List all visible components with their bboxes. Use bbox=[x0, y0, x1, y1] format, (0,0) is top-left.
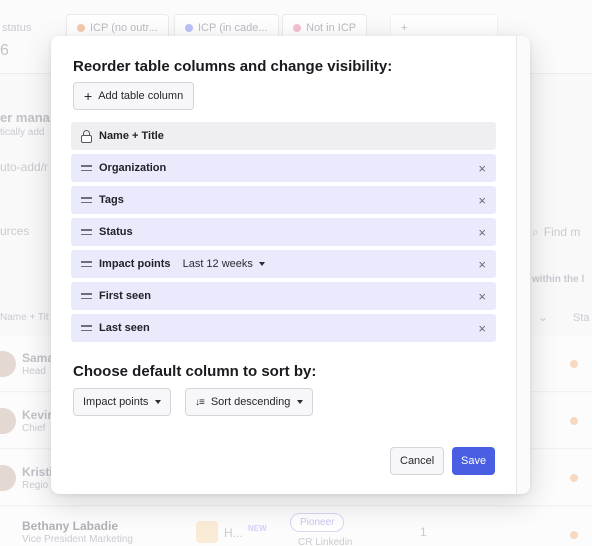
column-row-status[interactable]: Status × bbox=[71, 218, 496, 246]
plus-icon: + bbox=[84, 88, 93, 104]
column-label-wrap: Impact points Last 12 weeks bbox=[99, 258, 478, 270]
column-label: Impact points bbox=[99, 258, 171, 270]
lock-icon bbox=[81, 129, 92, 143]
drag-handle-icon[interactable] bbox=[81, 325, 92, 331]
cancel-button[interactable]: Cancel bbox=[390, 447, 445, 475]
sort-column-select[interactable]: Impact points bbox=[73, 388, 172, 416]
time-range-value: Last 12 weeks bbox=[182, 258, 253, 270]
column-label: Tags bbox=[99, 194, 124, 206]
column-row-tags[interactable]: Tags × bbox=[71, 186, 496, 214]
column-row-name-title: Name + Title bbox=[71, 122, 496, 150]
drag-handle-icon[interactable] bbox=[81, 197, 92, 203]
column-label: Name + Title bbox=[99, 130, 164, 142]
drag-handle-icon[interactable] bbox=[81, 293, 92, 299]
modal-scrollbar[interactable] bbox=[516, 36, 530, 494]
caret-down-icon bbox=[258, 262, 265, 266]
column-label: Last seen bbox=[99, 322, 150, 334]
column-label: First seen bbox=[99, 290, 151, 302]
save-button[interactable]: Save bbox=[452, 447, 496, 475]
caret-down-icon bbox=[155, 400, 162, 404]
column-list: Name + Title Organization × Tags × Statu… bbox=[71, 122, 496, 346]
column-label: Organization bbox=[99, 162, 167, 174]
remove-column-icon[interactable]: × bbox=[478, 258, 486, 271]
drag-handle-icon[interactable] bbox=[81, 165, 92, 171]
drag-handle-icon[interactable] bbox=[81, 229, 92, 235]
caret-down-icon bbox=[297, 400, 304, 404]
remove-column-icon[interactable]: × bbox=[478, 226, 486, 239]
column-row-impact-points[interactable]: Impact points Last 12 weeks × bbox=[71, 250, 496, 278]
sort-descending-icon: ↓≡ bbox=[195, 396, 205, 408]
column-row-organization[interactable]: Organization × bbox=[71, 154, 496, 182]
column-settings-modal: Reorder table columns and change visibil… bbox=[51, 36, 530, 494]
remove-column-icon[interactable]: × bbox=[478, 194, 486, 207]
column-label: Status bbox=[99, 226, 133, 238]
add-table-column-label: Add table column bbox=[98, 90, 184, 102]
column-row-last-seen[interactable]: Last seen × bbox=[71, 314, 496, 342]
remove-column-icon[interactable]: × bbox=[478, 290, 486, 303]
sort-direction-select[interactable]: ↓≡ Sort descending bbox=[185, 388, 314, 416]
sort-direction-value: Sort descending bbox=[210, 396, 291, 408]
modal-title: Reorder table columns and change visibil… bbox=[73, 58, 393, 75]
drag-handle-icon[interactable] bbox=[81, 261, 92, 267]
column-row-first-seen[interactable]: First seen × bbox=[71, 282, 496, 310]
sort-section-title: Choose default column to sort by: bbox=[73, 363, 317, 380]
remove-column-icon[interactable]: × bbox=[478, 162, 486, 175]
remove-column-icon[interactable]: × bbox=[478, 322, 486, 335]
add-table-column-button[interactable]: + Add table column bbox=[73, 82, 195, 110]
time-range-select[interactable]: Last 12 weeks bbox=[183, 258, 265, 270]
sort-column-value: Impact points bbox=[83, 396, 149, 408]
